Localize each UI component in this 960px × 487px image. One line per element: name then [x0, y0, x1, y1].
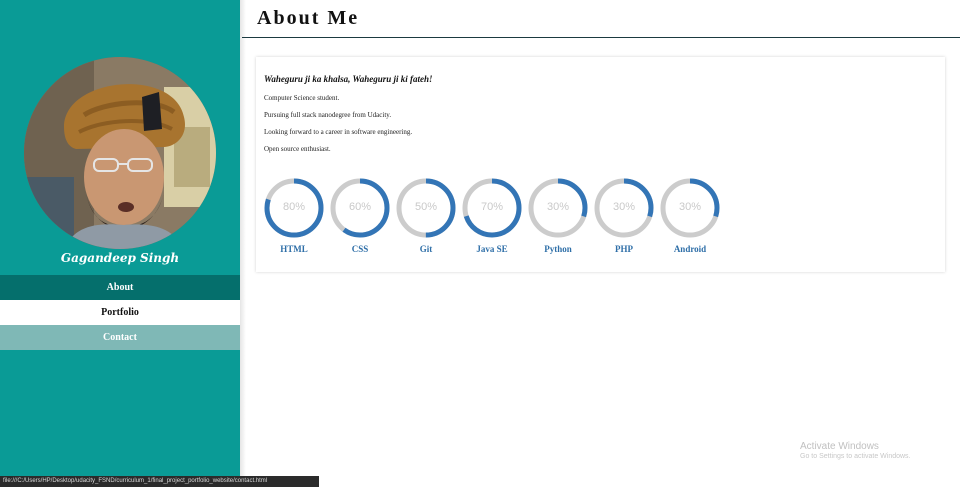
skill-item: 30% PHP — [593, 177, 655, 254]
header-divider — [242, 37, 960, 38]
skill-percent: 50% — [414, 201, 438, 213]
skill-item: 60% CSS — [329, 177, 391, 254]
skill-label: Android — [673, 244, 707, 254]
main-nav: About Portfolio Contact — [0, 275, 240, 350]
skill-label: CSS — [351, 244, 369, 254]
skill-percent: 30% — [678, 201, 702, 213]
about-line: Open source enthusiast. — [264, 145, 331, 153]
skill-percent: 80% — [282, 201, 306, 213]
nav-item-about[interactable]: About — [0, 275, 240, 300]
about-line: Pursuing full stack nanodegree from Udac… — [264, 111, 392, 119]
skill-label: HTML — [280, 244, 308, 254]
skill-label: Python — [544, 244, 572, 254]
motto-text: Waheguru ji ka khalsa, Waheguru ji ki fa… — [264, 74, 433, 84]
profile-photo — [24, 57, 216, 249]
skill-item: 70% Java SE — [461, 177, 523, 254]
nav-item-contact[interactable]: Contact — [0, 325, 240, 350]
skill-percent: 30% — [612, 201, 636, 213]
sidebar: Gagandeep Singh About Portfolio Contact — [0, 0, 240, 487]
about-card: Waheguru ji ka khalsa, Waheguru ji ki fa… — [256, 57, 945, 272]
about-line: Computer Science student. — [264, 94, 340, 102]
windows-activation-subtitle: Go to Settings to activate Windows. — [800, 453, 911, 460]
skill-item: 50% Git — [395, 177, 457, 254]
profile-name: Gagandeep Singh — [60, 251, 180, 265]
skill-label: Java SE — [476, 244, 508, 254]
skill-label: PHP — [615, 244, 633, 254]
skill-label: Git — [419, 244, 433, 254]
skill-percent: 60% — [348, 201, 372, 213]
page-title: About Me — [257, 7, 360, 29]
nav-item-portfolio[interactable]: Portfolio — [0, 300, 240, 325]
skill-item: 80% HTML — [263, 177, 325, 254]
skill-percent: 30% — [546, 201, 570, 213]
avatar — [24, 57, 216, 249]
windows-activation-title: Activate Windows — [800, 441, 879, 452]
skill-item: 30% Android — [659, 177, 721, 254]
status-bar-url: file:///C:/Users/HP/Desktop/udacity_FSND… — [0, 476, 319, 487]
sidebar-shadow — [240, 0, 246, 487]
about-line: Looking forward to a career in software … — [264, 128, 413, 136]
skill-percent: 70% — [480, 201, 504, 213]
skill-item: 30% Python — [527, 177, 589, 254]
